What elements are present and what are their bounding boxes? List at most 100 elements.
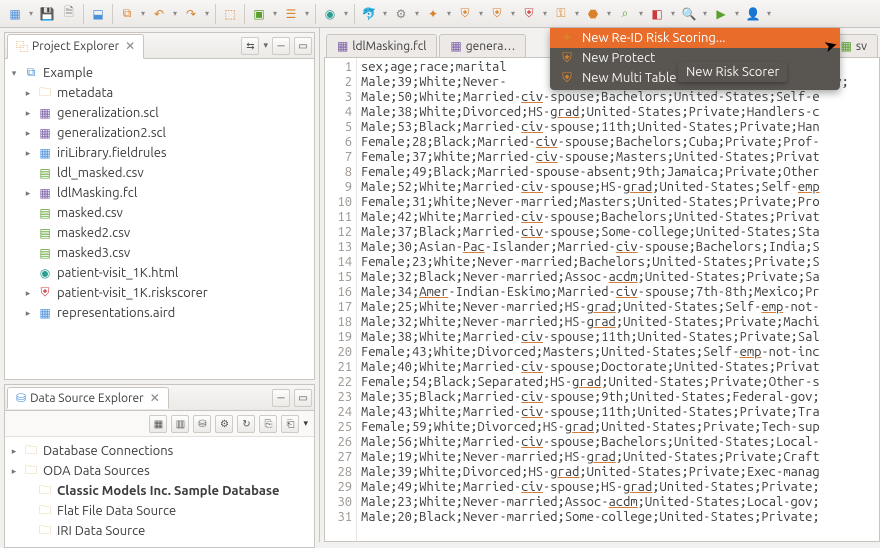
code-line[interactable]: Female;59;White;Divorced;HS-grad;United-… — [361, 420, 879, 435]
gear-icon[interactable]: ⚙ — [390, 3, 412, 25]
key-icon[interactable]: ⚿ — [550, 3, 572, 25]
tree-row[interactable]: ▸🗀ODA Data Sources — [9, 461, 310, 481]
editor-tab[interactable]: ▦genera… — [439, 34, 526, 57]
code-line[interactable]: Male;30;Asian-Pac-Islander;Married-civ-s… — [361, 240, 879, 255]
chevron-down-icon[interactable]: ▾ — [412, 9, 422, 18]
code-line[interactable]: Male;49;White;Married-civ-spouse;HS-grad… — [361, 480, 879, 495]
tree-row[interactable]: ▤masked.csv — [9, 203, 310, 223]
code-line[interactable]: Male;53;Black;Married-civ-spouse;11th;Un… — [361, 120, 879, 135]
chevron-down-icon[interactable]: ▾ — [668, 9, 678, 18]
code-line[interactable]: Female;28;Black;Married-civ-spouse;Bache… — [361, 135, 879, 150]
dse-btn-3[interactable]: ⛁ — [193, 415, 211, 433]
tree-row[interactable]: 🗀Flat File Data Source — [9, 501, 310, 521]
tree-row[interactable]: ▸▦iriLibrary.fieldrules — [9, 143, 310, 163]
undo-icon[interactable]: ↶ — [148, 3, 170, 25]
chevron-down-icon[interactable]: ▾ — [270, 9, 280, 18]
chevron-down-icon[interactable]: ▾ — [26, 9, 36, 18]
cylinder-icon[interactable]: ⬣ — [582, 3, 604, 25]
tree-row[interactable]: ▸🗀metadata — [9, 83, 310, 103]
code-line[interactable]: Male;38;White;Married-civ-spouse;11th;Un… — [361, 330, 879, 345]
code-line[interactable]: Male;42;White;Married-civ-spouse;Bachelo… — [361, 210, 879, 225]
person-icon[interactable]: 👤 — [742, 3, 764, 25]
code-line[interactable]: Female;49;Black;Married-spouse-absent;9t… — [361, 165, 879, 180]
tree-row[interactable]: ◉patient-visit_1K.html — [9, 263, 310, 283]
shield3-icon[interactable]: ⛨ — [518, 3, 540, 25]
chevron-down-icon[interactable]: ▾ — [138, 9, 148, 18]
tree-row[interactable]: ▸▦ldlMasking.fcl — [9, 183, 310, 203]
code-line[interactable]: Female;31;White;Never-married;Masters;Un… — [361, 195, 879, 210]
dse-btn-6[interactable]: ⎘ — [259, 415, 277, 433]
maximize-icon[interactable]: ▭ — [294, 37, 312, 55]
code-line[interactable]: Female;43;White;Divorced;Masters;United-… — [361, 345, 879, 360]
chevron-down-icon[interactable]: ▾ — [732, 9, 742, 18]
code-line[interactable]: Male;35;Black;Married-civ-spouse;9th;Uni… — [361, 390, 879, 405]
tree-row[interactable]: ▸⛨patient-visit_1K.riskscorer — [9, 283, 310, 303]
minimize-icon[interactable]: ─ — [272, 389, 290, 407]
chevron-down-icon[interactable]: ▾ — [764, 9, 774, 18]
code-line[interactable]: Male;38;White;Divorced;HS-grad;United-St… — [361, 105, 879, 120]
code-line[interactable]: Female;54;Black;Separated;HS-grad;United… — [361, 375, 879, 390]
binary-icon[interactable]: ⬓ — [87, 3, 109, 25]
code-line[interactable]: Male;25;White;Never-married;HS-grad;Unit… — [361, 300, 879, 315]
tree-row[interactable]: 🗀IRI Data Source — [9, 521, 310, 541]
view-menu-icon[interactable]: ▾ — [303, 418, 308, 429]
wizard-icon[interactable]: ✦ — [422, 3, 444, 25]
code-line[interactable]: Male;19;White;Never-married;HS-grad;Unit… — [361, 450, 879, 465]
chevron-down-icon[interactable]: ▾ — [444, 9, 454, 18]
chevron-down-icon[interactable]: ▾ — [202, 9, 212, 18]
tree-row[interactable]: ▤masked2.csv — [9, 223, 310, 243]
tree-row[interactable]: ▤ldl_masked.csv — [9, 163, 310, 183]
scope-icon[interactable]: ⌕ — [614, 3, 636, 25]
play-icon[interactable]: ▶ — [710, 3, 732, 25]
dse-btn-4[interactable]: ⚙ — [215, 415, 233, 433]
chevron-down-icon[interactable]: ▾ — [302, 9, 312, 18]
save-all-icon[interactable]: 🗎 — [58, 3, 80, 25]
code-line[interactable]: Male;50;White;Married-civ-spouse;Bachelo… — [361, 90, 879, 105]
redo-icon[interactable]: ↷ — [180, 3, 202, 25]
dropdown-item[interactable]: ✦New Re-ID Risk Scoring... — [550, 28, 840, 48]
view-menu-icon[interactable]: ▾ — [263, 40, 268, 51]
code-line[interactable]: Male;56;White;Married-civ-spouse;Bachelo… — [361, 435, 879, 450]
run-icon[interactable]: ▣ — [248, 3, 270, 25]
project-explorer-tab[interactable]: ⿻ Project Explorer ✕ — [7, 34, 144, 59]
shield1-icon[interactable]: ⛨ — [454, 3, 476, 25]
red-icon[interactable]: ◧ — [646, 3, 668, 25]
open-type-icon[interactable]: ⬚ — [219, 3, 241, 25]
data-source-explorer-tab[interactable]: ⛁ Data Source Explorer ✕ — [7, 387, 169, 409]
link-editor-icon[interactable]: ⇆ — [241, 37, 259, 55]
code-line[interactable]: Male;52;White;Married-civ-spouse;HS-grad… — [361, 180, 879, 195]
dse-btn-7[interactable]: ⎗ — [281, 415, 299, 433]
outline-icon[interactable]: ⧉ — [116, 3, 138, 25]
search-icon[interactable]: 🔍 — [678, 3, 700, 25]
close-icon[interactable]: ✕ — [125, 39, 135, 53]
code-line[interactable]: Male;20;Black;Never-married;Some-college… — [361, 510, 879, 525]
tree-row[interactable]: ▤masked3.csv — [9, 243, 310, 263]
chevron-down-icon[interactable]: ▾ — [572, 9, 582, 18]
debug-tool-icon[interactable]: ☰ — [280, 3, 302, 25]
tree-row[interactable]: ▸▦generalization2.scl — [9, 123, 310, 143]
chevron-down-icon[interactable]: ▾ — [636, 9, 646, 18]
code-line[interactable]: Female;23;White;Never-married;Bachelors;… — [361, 255, 879, 270]
tree-root[interactable]: ▾⧉Example — [9, 63, 310, 83]
chevron-down-icon[interactable]: ▾ — [604, 9, 614, 18]
chevron-down-icon[interactable]: ▾ — [380, 9, 390, 18]
code-area[interactable]: sex;age;race;maritalMale;39;White;Never-… — [359, 58, 879, 541]
tree-row[interactable]: ▸🗀Database Connections — [9, 441, 310, 461]
code-line[interactable]: Male;40;White;Married-civ-spouse;Doctora… — [361, 360, 879, 375]
maximize-icon[interactable]: ▭ — [294, 389, 312, 407]
code-line[interactable]: Male;37;Black;Married-civ-spouse;Some-co… — [361, 225, 879, 240]
code-line[interactable]: Male;32;Black;Never-married;Assoc-acdm;U… — [361, 270, 879, 285]
tree-row[interactable]: 🗀Classic Models Inc. Sample Database — [9, 481, 310, 501]
code-line[interactable]: Male;34;Amer-Indian-Eskimo;Married-civ-s… — [361, 285, 879, 300]
close-icon[interactable]: ✕ — [150, 391, 160, 405]
editor-tab[interactable]: ▦ldlMasking.fcl — [326, 34, 437, 57]
chevron-down-icon[interactable]: ▾ — [540, 9, 550, 18]
chevron-down-icon[interactable]: ▾ — [508, 9, 518, 18]
new-icon[interactable]: ▦ — [4, 3, 26, 25]
chevron-down-icon[interactable]: ▾ — [476, 9, 486, 18]
dse-btn-5[interactable]: ↻ — [237, 415, 255, 433]
dolphin-icon[interactable]: 🐬 — [358, 3, 380, 25]
code-line[interactable]: Female;37;White;Married-civ-spouse;Maste… — [361, 150, 879, 165]
shield2-icon[interactable]: ⛨ — [486, 3, 508, 25]
editor-body[interactable]: 1234567891011121314151617181920212223242… — [324, 58, 880, 542]
